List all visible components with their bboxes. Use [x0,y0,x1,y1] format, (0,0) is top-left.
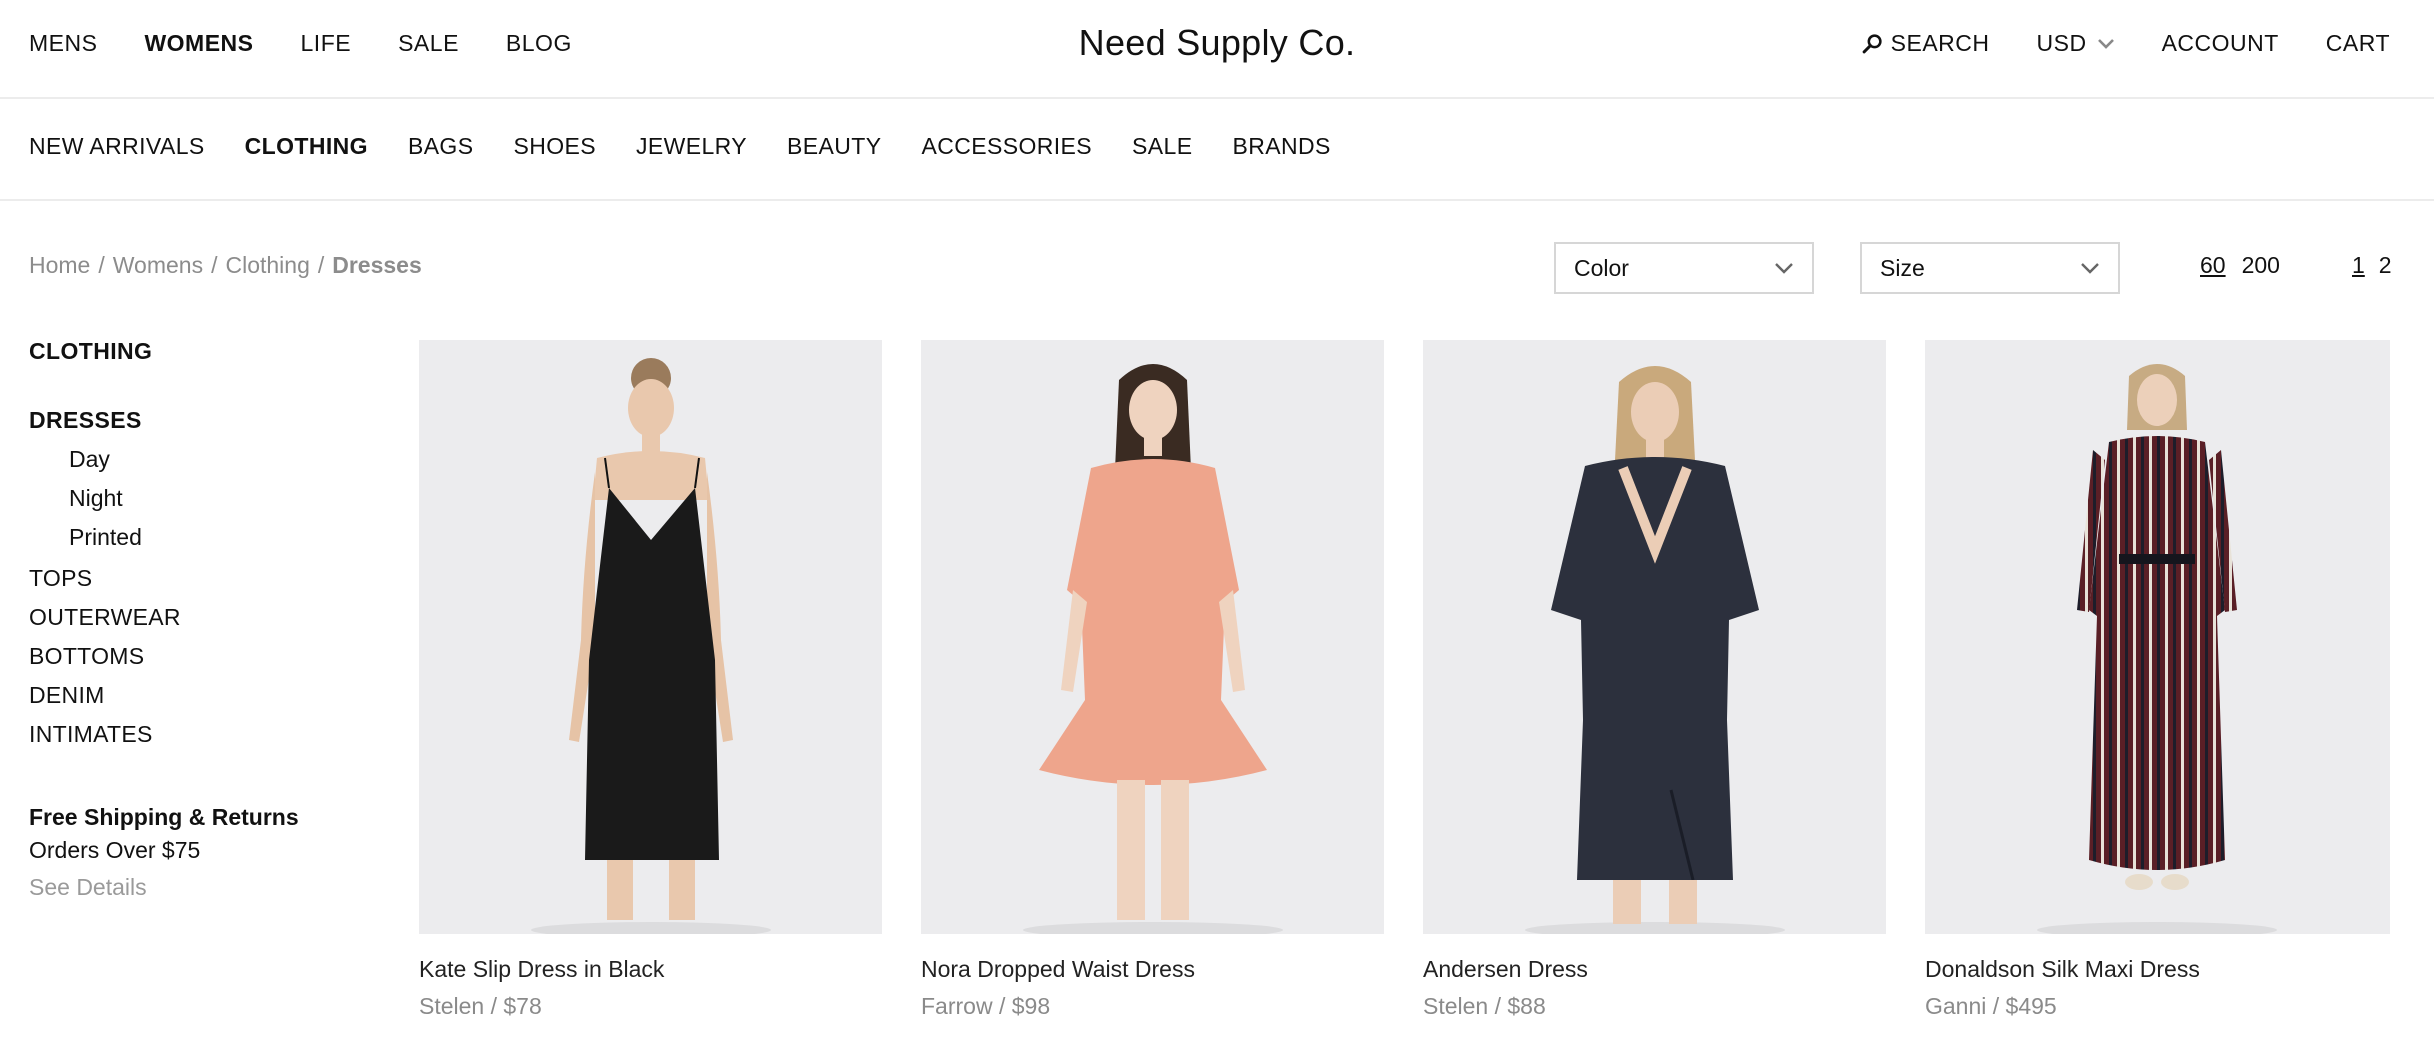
breadcrumb-womens[interactable]: Womens [113,252,203,278]
page-2[interactable]: 2 [2379,252,2392,279]
product-name[interactable]: Nora Dropped Waist Dress [921,956,1384,983]
search-button[interactable]: SEARCH [1862,30,1990,57]
product-brand-price: Stelen / $78 [419,993,542,1019]
sidebar-item-outerwear[interactable]: OUTERWEAR [29,604,359,631]
utility-nav: SEARCH USD ACCOUNT CART [1862,30,2390,57]
chevron-down-icon [1775,263,1793,274]
product-name[interactable]: Donaldson Silk Maxi Dress [1925,956,2390,983]
chevron-down-icon [2081,263,2099,274]
breadcrumb-separator: / [211,252,218,278]
product-name[interactable]: Andersen Dress [1423,956,1886,983]
breadcrumb-clothing[interactable]: Clothing [225,252,309,278]
promo-line: Orders Over $75 [29,837,201,863]
chevron-down-icon [2097,38,2114,49]
breadcrumb-current: Dresses [332,252,422,278]
category-bar: NEW ARRIVALS CLOTHING BAGS SHOES JEWELRY… [0,99,2434,201]
nav-blog[interactable]: BLOG [506,30,572,57]
sidebar-subitem-printed[interactable]: Printed [29,524,359,551]
category-bags[interactable]: BAGS [408,133,474,160]
product-image[interactable] [1423,340,1886,934]
brand-logo[interactable]: Need Supply Co. [1079,22,1356,63]
product-brand-price: Ganni / $495 [1925,993,2057,1019]
per-page-60[interactable]: 60 [2200,252,2226,279]
search-icon [1862,34,1882,54]
model-photo [2037,364,2277,934]
breadcrumb-home[interactable]: Home [29,252,90,278]
model-photo [1023,364,1283,934]
category-jewelry[interactable]: JEWELRY [636,133,747,160]
nav-womens[interactable]: WOMENS [144,30,253,57]
breadcrumb-separator: / [317,252,325,278]
product-brand-price: Stelen / $88 [1423,993,1546,1019]
sidebar-heading-clothing[interactable]: CLOTHING [29,338,359,365]
sidebar-item-dresses[interactable]: DRESSES [29,407,359,434]
pagination: 1 2 [2352,252,2406,279]
product-card[interactable]: Kate Slip Dress in Black Stelen / $78 [419,340,882,1020]
nav-life[interactable]: LIFE [301,30,352,57]
see-details-link[interactable]: See Details [29,874,359,901]
sidebar-subitem-day[interactable]: Day [29,446,359,473]
category-nav: NEW ARRIVALS CLOTHING BAGS SHOES JEWELRY… [29,133,1371,160]
model-photo [531,358,771,934]
per-page-200[interactable]: 200 [2242,252,2280,279]
model-photo [1525,366,1785,934]
page-1[interactable]: 1 [2352,252,2365,279]
shipping-promo: Free Shipping & Returns Orders Over $75 … [29,804,359,901]
main-nav: MENS WOMENS LIFE SALE BLOG [29,30,619,57]
sidebar-item-tops[interactable]: TOPS [29,565,359,592]
product-card[interactable]: Nora Dropped Waist Dress Farrow / $98 [921,340,1384,1020]
per-page-selector: 60 200 [2200,252,2296,279]
cart-link[interactable]: CART [2326,30,2390,57]
nav-sale[interactable]: SALE [398,30,459,57]
product-brand-price: Farrow / $98 [921,993,1051,1019]
promo-title: Free Shipping & Returns [29,804,299,830]
category-beauty[interactable]: BEAUTY [787,133,881,160]
product-card[interactable]: Donaldson Silk Maxi Dress Ganni / $495 [1925,340,2390,1020]
sidebar-subitem-night[interactable]: Night [29,485,359,512]
product-name[interactable]: Kate Slip Dress in Black [419,956,882,983]
size-filter-dropdown[interactable]: Size [1860,242,2120,294]
category-clothing[interactable]: CLOTHING [245,133,368,160]
category-brands[interactable]: BRANDS [1232,133,1330,160]
sidebar-item-denim[interactable]: DENIM [29,682,359,709]
nav-mens[interactable]: MENS [29,30,97,57]
top-bar: MENS WOMENS LIFE SALE BLOG Need Supply C… [0,0,2434,99]
product-image[interactable] [419,340,882,934]
category-new-arrivals[interactable]: NEW ARRIVALS [29,133,205,160]
currency-label: USD [2036,30,2087,56]
search-label: SEARCH [1890,30,1990,56]
breadcrumb: Home / Womens / Clothing / Dresses [29,252,422,279]
sidebar: CLOTHING DRESSES Day Night Printed TOPS … [29,338,359,901]
sidebar-item-intimates[interactable]: INTIMATES [29,721,359,748]
category-accessories[interactable]: ACCESSORIES [921,133,1092,160]
sidebar-item-bottoms[interactable]: BOTTOMS [29,643,359,670]
product-image[interactable] [921,340,1384,934]
product-card[interactable]: Andersen Dress Stelen / $88 [1423,340,1886,1020]
color-filter-label: Color [1574,254,1629,281]
category-shoes[interactable]: SHOES [513,133,596,160]
product-image[interactable] [1925,340,2390,934]
account-link[interactable]: ACCOUNT [2162,30,2279,57]
color-filter-dropdown[interactable]: Color [1554,242,1814,294]
size-filter-label: Size [1880,254,1925,281]
currency-selector[interactable]: USD [2037,30,2115,57]
breadcrumb-separator: / [98,252,105,278]
category-sale[interactable]: SALE [1132,133,1192,160]
